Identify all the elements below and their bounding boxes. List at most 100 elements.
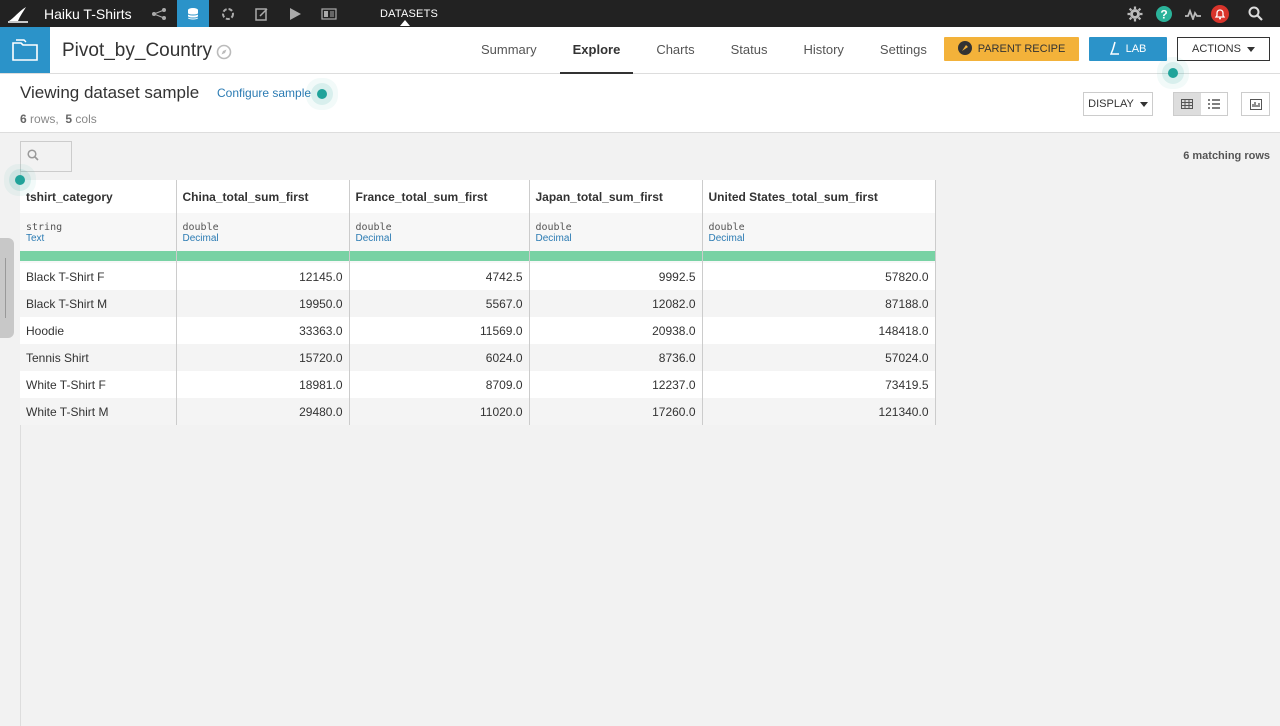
svg-text:?: ? bbox=[1160, 7, 1167, 21]
table-cell[interactable]: 6024.0 bbox=[349, 344, 530, 371]
table-cell[interactable]: 73419.5 bbox=[702, 371, 936, 398]
table-cell[interactable]: 12145.0 bbox=[176, 263, 350, 290]
table-cell[interactable]: Black T-Shirt F bbox=[20, 263, 177, 290]
meaning-link[interactable]: Decimal bbox=[176, 233, 350, 251]
rows-count: 6 bbox=[20, 112, 27, 126]
table-cell[interactable]: 20938.0 bbox=[529, 317, 703, 344]
table-cell[interactable]: 5567.0 bbox=[349, 290, 530, 317]
table-cell[interactable]: 57820.0 bbox=[702, 263, 936, 290]
lab-button[interactable]: LAB bbox=[1089, 37, 1167, 61]
tab-history[interactable]: History bbox=[790, 27, 856, 73]
table-row[interactable]: Black T-Shirt M 19950.0 5567.0 12082.0 8… bbox=[20, 290, 936, 317]
table-row[interactable]: White T-Shirt M 29480.0 11020.0 17260.0 … bbox=[20, 398, 936, 425]
meaning-link[interactable]: Decimal bbox=[349, 233, 530, 251]
meaning-link[interactable]: Text bbox=[20, 233, 177, 251]
meaning-link[interactable]: Decimal bbox=[529, 233, 703, 251]
compass-icon[interactable] bbox=[216, 44, 232, 65]
cols-count: 5 bbox=[65, 112, 73, 126]
table-cell[interactable]: 87188.0 bbox=[702, 290, 936, 317]
meaning-row: Text Decimal Decimal Decimal Decimal bbox=[20, 233, 936, 251]
recipes-icon[interactable] bbox=[212, 0, 244, 27]
search-icon[interactable] bbox=[1241, 0, 1269, 27]
side-panel-handle[interactable] bbox=[0, 238, 14, 338]
project-name[interactable]: Haiku T-Shirts bbox=[44, 6, 132, 22]
column-header[interactable]: United States_total_sum_first bbox=[702, 180, 936, 213]
table-view-icon[interactable] bbox=[1174, 93, 1201, 115]
display-label: DISPLAY bbox=[1088, 98, 1134, 110]
table-cell[interactable]: 9992.5 bbox=[529, 263, 703, 290]
help-icon[interactable]: ? bbox=[1150, 0, 1178, 27]
tour-hotspot-search[interactable] bbox=[15, 175, 25, 185]
lab-flask-icon bbox=[1109, 41, 1120, 58]
table-cell[interactable]: White T-Shirt F bbox=[20, 371, 177, 398]
table-cell[interactable]: 15720.0 bbox=[176, 344, 350, 371]
column-header[interactable]: Japan_total_sum_first bbox=[529, 180, 703, 213]
configure-sample-link[interactable]: Configure sample bbox=[217, 86, 311, 100]
search-input[interactable] bbox=[20, 141, 72, 172]
search-icon bbox=[27, 148, 39, 166]
section-label[interactable]: DATASETS bbox=[380, 8, 438, 20]
table-cell[interactable]: 19950.0 bbox=[176, 290, 350, 317]
parent-recipe-button[interactable]: PARENT RECIPE bbox=[944, 37, 1079, 61]
activity-icon[interactable] bbox=[1179, 0, 1207, 27]
jobs-icon[interactable] bbox=[279, 0, 311, 27]
tab-status[interactable]: Status bbox=[718, 27, 781, 73]
actions-button[interactable]: ACTIONS bbox=[1177, 37, 1270, 61]
lab-label: LAB bbox=[1125, 43, 1147, 55]
table-cell[interactable]: 29480.0 bbox=[176, 398, 350, 425]
table-cell[interactable]: Black T-Shirt M bbox=[20, 290, 177, 317]
cols-label: cols bbox=[75, 112, 97, 126]
tour-hotspot-lab[interactable] bbox=[1168, 68, 1178, 78]
table-cell[interactable]: Hoodie bbox=[20, 317, 177, 344]
matching-rows-count: 6 matching rows bbox=[1183, 150, 1270, 162]
storage-type: double bbox=[702, 213, 936, 233]
table-cell[interactable]: 57024.0 bbox=[702, 344, 936, 371]
column-header[interactable]: France_total_sum_first bbox=[349, 180, 530, 213]
notifications-icon[interactable] bbox=[1206, 0, 1234, 27]
table-cell[interactable]: 17260.0 bbox=[529, 398, 703, 425]
column-header[interactable]: China_total_sum_first bbox=[176, 180, 350, 213]
table-row[interactable]: Hoodie 33363.0 11569.0 20938.0 148418.0 bbox=[20, 317, 936, 344]
validity-bar[interactable] bbox=[529, 251, 703, 261]
dashboards-icon[interactable] bbox=[313, 0, 345, 27]
meaning-link[interactable]: Decimal bbox=[702, 233, 936, 251]
dataset-name[interactable]: Pivot_by_Country bbox=[62, 40, 212, 62]
table-cell[interactable]: 11020.0 bbox=[349, 398, 530, 425]
tab-explore[interactable]: Explore bbox=[559, 27, 634, 74]
table-cell[interactable]: 33363.0 bbox=[176, 317, 350, 344]
table-cell[interactable]: 12082.0 bbox=[529, 290, 703, 317]
tab-charts[interactable]: Charts bbox=[643, 27, 707, 73]
table-cell[interactable]: 8709.0 bbox=[349, 371, 530, 398]
tab-summary[interactable]: Summary bbox=[468, 27, 550, 73]
storage-type-row: string double double double double bbox=[20, 213, 936, 233]
table-cell[interactable]: 8736.0 bbox=[529, 344, 703, 371]
datasets-icon[interactable] bbox=[177, 0, 209, 27]
table-cell[interactable]: 11569.0 bbox=[349, 317, 530, 344]
table-row[interactable]: White T-Shirt F 18981.0 8709.0 12237.0 7… bbox=[20, 371, 936, 398]
table-row[interactable]: Tennis Shirt 15720.0 6024.0 8736.0 57024… bbox=[20, 344, 936, 371]
column-stats-icon[interactable] bbox=[1241, 92, 1270, 116]
notebooks-icon[interactable] bbox=[246, 0, 278, 27]
table-cell[interactable]: 121340.0 bbox=[702, 398, 936, 425]
list-view-icon[interactable] bbox=[1200, 93, 1227, 115]
column-header[interactable]: tshirt_category bbox=[20, 180, 177, 213]
validity-bar[interactable] bbox=[20, 251, 177, 261]
tab-settings[interactable]: Settings bbox=[867, 27, 940, 73]
table-row[interactable]: Black T-Shirt F 12145.0 4742.5 9992.5 57… bbox=[20, 263, 936, 290]
table-cell[interactable]: 4742.5 bbox=[349, 263, 530, 290]
table-cell[interactable]: White T-Shirt M bbox=[20, 398, 177, 425]
settings-icon[interactable] bbox=[1121, 0, 1149, 27]
table-cell[interactable]: 148418.0 bbox=[702, 317, 936, 344]
validity-bar[interactable] bbox=[349, 251, 530, 261]
table-cell[interactable]: 12237.0 bbox=[529, 371, 703, 398]
chevron-down-icon bbox=[1246, 46, 1255, 52]
table-cell[interactable]: Tennis Shirt bbox=[20, 344, 177, 371]
flow-icon[interactable] bbox=[143, 0, 175, 27]
tour-hotspot-configure[interactable] bbox=[317, 89, 327, 99]
actions-label: ACTIONS bbox=[1192, 43, 1241, 55]
validity-bar[interactable] bbox=[702, 251, 936, 261]
validity-bar[interactable] bbox=[176, 251, 350, 261]
table-cell[interactable]: 18981.0 bbox=[176, 371, 350, 398]
dataiku-logo-icon[interactable] bbox=[6, 4, 30, 24]
display-dropdown[interactable]: DISPLAY bbox=[1083, 92, 1153, 116]
